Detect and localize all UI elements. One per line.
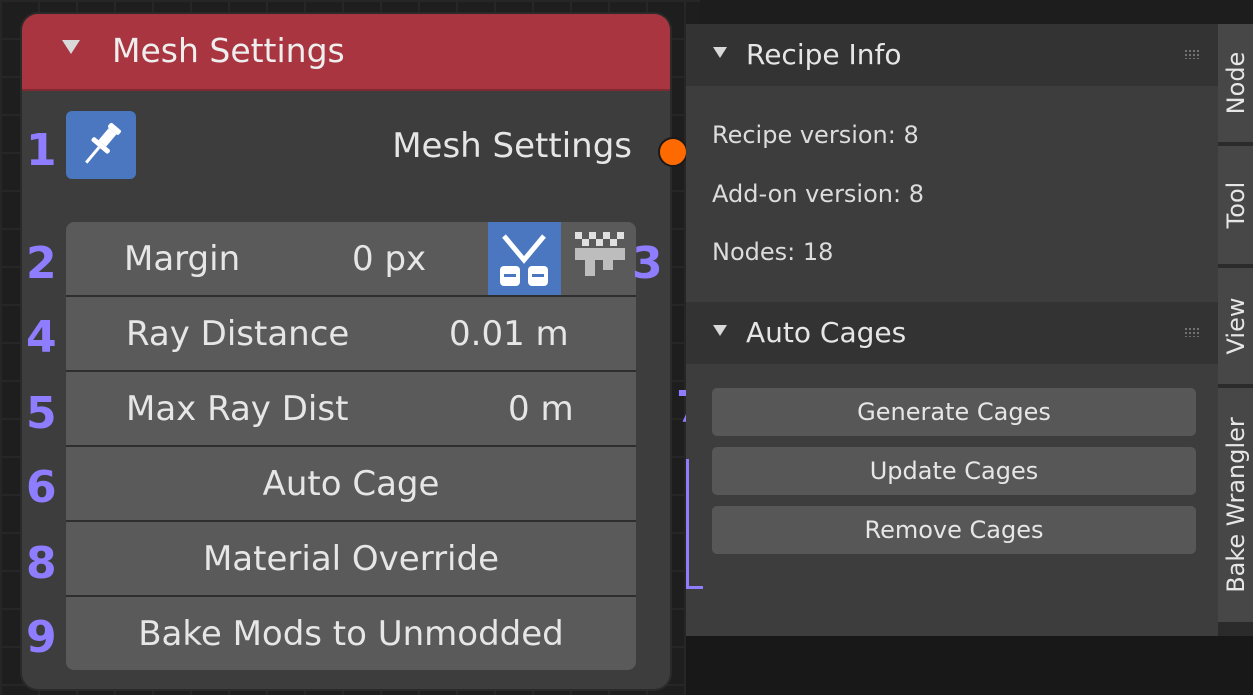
recipe-version-text: Recipe version: 8	[712, 121, 919, 149]
recipe-info-title: Recipe Info	[746, 38, 902, 71]
auto-cages-header[interactable]: Auto Cages	[686, 302, 1218, 364]
collapse-triangle-icon[interactable]	[713, 47, 727, 58]
annotation-9: 9	[26, 612, 57, 663]
max-ray-dist-label: Max Ray Dist	[126, 389, 349, 429]
auto-cages-title: Auto Cages	[746, 316, 907, 349]
ray-distance-field[interactable]: Ray Distance 0.01 m	[66, 297, 636, 372]
tab-node[interactable]: Node	[1218, 24, 1253, 142]
margin-checker-toggle[interactable]	[563, 222, 636, 295]
node-header[interactable]: Mesh Settings	[22, 14, 670, 91]
mesh-settings-node[interactable]: Mesh Settings Mesh Settings Margin 0 px	[22, 14, 670, 689]
sidebar-tabs: Node Tool View Bake Wrangler	[1218, 24, 1253, 636]
tab-view[interactable]: View	[1218, 268, 1253, 384]
collapse-triangle-icon[interactable]	[62, 40, 80, 54]
tab-bake-wrangler-label: Bake Wrangler	[1221, 417, 1250, 593]
annotation-5: 5	[26, 388, 57, 439]
margin-field[interactable]: Margin 0 px	[66, 222, 636, 297]
output-label: Mesh Settings	[392, 126, 632, 166]
auto-cage-toggle[interactable]: Auto Cage	[66, 447, 636, 522]
annotation-bracket	[686, 459, 703, 589]
collapse-triangle-icon[interactable]	[713, 325, 727, 336]
addon-version-text: Add-on version: 8	[712, 180, 924, 208]
ray-distance-label: Ray Distance	[126, 314, 350, 354]
auto-cage-label: Auto Cage	[262, 464, 440, 504]
tab-tool-label: Tool	[1221, 181, 1250, 229]
annotation-2: 2	[26, 238, 57, 289]
bake-mods-toggle[interactable]: Bake Mods to Unmodded	[66, 597, 636, 670]
tab-node-label: Node	[1221, 51, 1250, 115]
material-override-label: Material Override	[202, 539, 500, 579]
drag-handle-icon[interactable]	[1184, 49, 1200, 59]
max-ray-dist-field[interactable]: Max Ray Dist 0 m	[66, 372, 636, 447]
bake-mods-label: Bake Mods to Unmodded	[138, 614, 564, 654]
pin-button[interactable]	[66, 111, 136, 179]
tab-bake-wrangler[interactable]: Bake Wrangler	[1218, 388, 1253, 622]
update-cages-button[interactable]: Update Cages	[712, 447, 1196, 495]
recipe-info-header[interactable]: Recipe Info	[686, 24, 1218, 86]
drag-handle-icon[interactable]	[1184, 327, 1200, 337]
node-properties: Margin 0 px Ray Distance 0.01 m Max Ray …	[66, 222, 636, 670]
material-override-toggle[interactable]: Material Override	[66, 522, 636, 597]
annotation-4: 4	[26, 312, 57, 363]
ray-distance-value: 0.01 m	[449, 314, 569, 354]
generate-cages-button[interactable]: Generate Cages	[712, 388, 1196, 436]
sidebar-panel: Recipe Info Recipe version: 8 Add-on ver…	[686, 24, 1218, 636]
margin-label: Margin	[124, 239, 241, 279]
node-title: Mesh Settings	[112, 31, 345, 70]
remove-cages-button[interactable]: Remove Cages	[712, 506, 1196, 554]
pin-icon	[85, 122, 121, 164]
checker-icon	[575, 232, 625, 276]
margin-extend-toggle[interactable]	[488, 222, 561, 295]
tab-tool[interactable]: Tool	[1218, 146, 1253, 264]
margin-extend-icon	[500, 234, 548, 286]
margin-value: 0 px	[352, 239, 427, 279]
nodes-count-text: Nodes: 18	[712, 238, 834, 266]
annotation-8: 8	[26, 538, 57, 589]
tab-view-label: View	[1221, 297, 1250, 355]
max-ray-dist-value: 0 m	[508, 389, 574, 429]
annotation-1: 1	[26, 125, 57, 176]
annotation-6: 6	[26, 462, 57, 513]
annotation-3: 3	[632, 238, 663, 289]
bottom-area	[686, 636, 1253, 695]
output-socket[interactable]	[658, 137, 688, 167]
